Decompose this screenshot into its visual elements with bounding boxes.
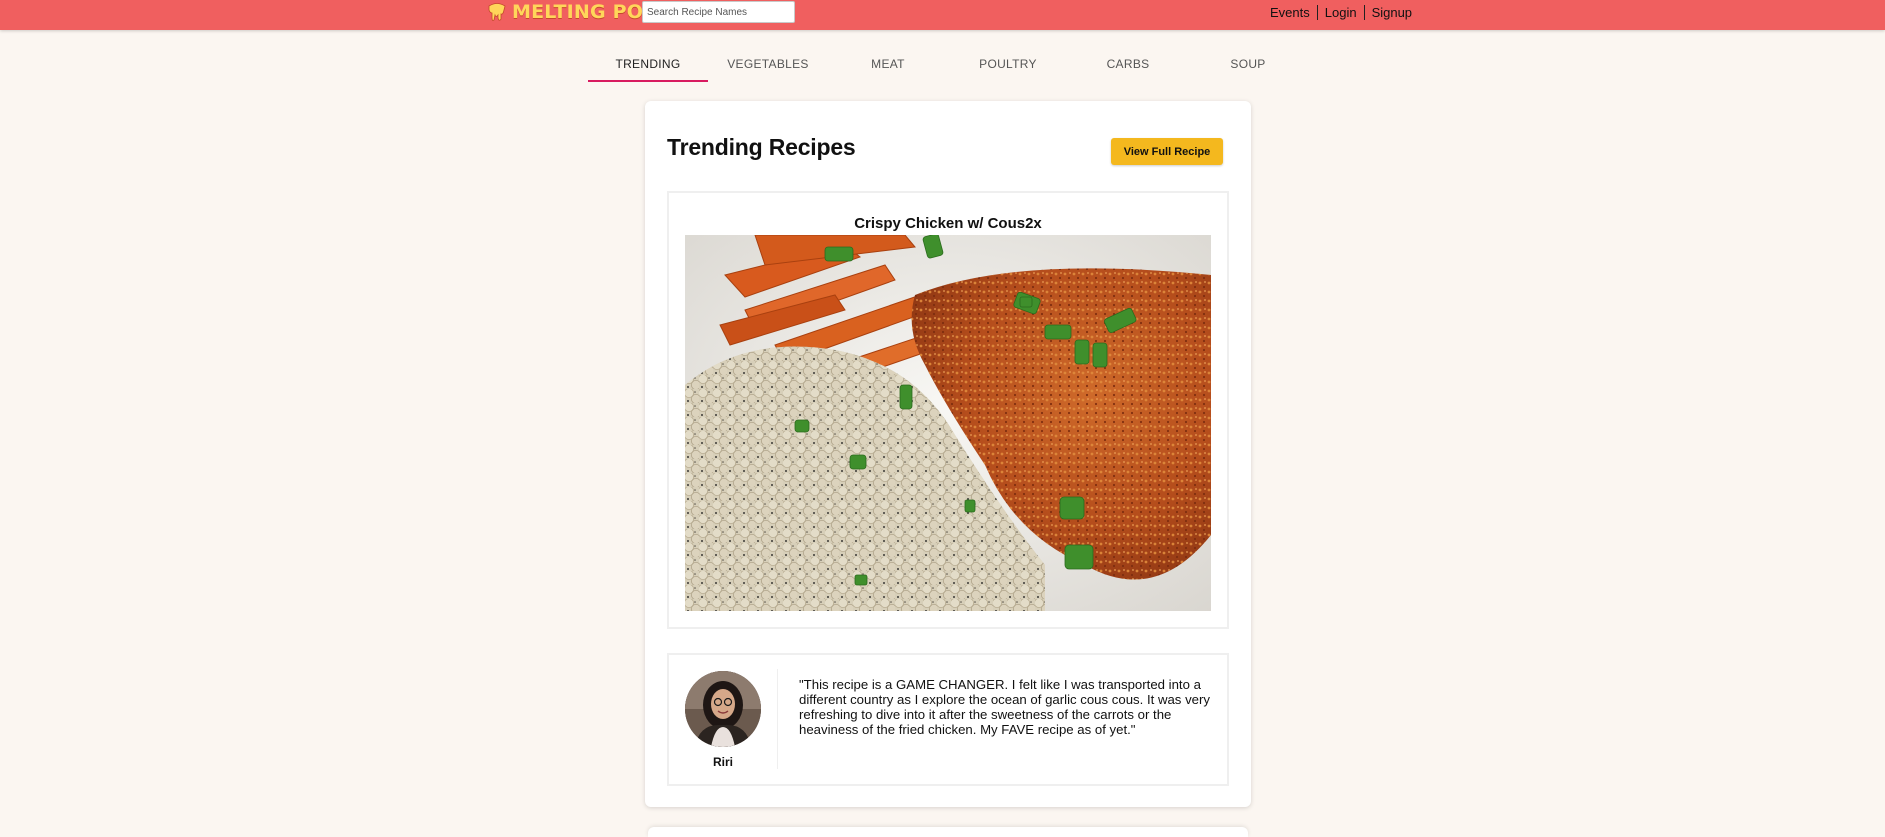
review-panel: Riri "This recipe is a GAME CHANGER. I f…: [667, 653, 1229, 786]
tab-meat[interactable]: MEAT: [828, 47, 948, 82]
review-divider: [777, 669, 778, 769]
top-links: Events Login Signup: [1270, 4, 1412, 20]
next-card-edge: [648, 827, 1248, 837]
login-link[interactable]: Login: [1325, 5, 1357, 20]
tab-soup[interactable]: SOUP: [1188, 47, 1308, 82]
signup-link[interactable]: Signup: [1372, 5, 1412, 20]
logo[interactable]: MELTING POT: [486, 0, 656, 24]
trending-card: Trending Recipes View Full Recipe Crispy…: [645, 101, 1251, 807]
logo-text: MELTING POT: [512, 1, 657, 23]
recipe-panel: Crispy Chicken w/ Cous2x: [667, 191, 1229, 629]
tab-poultry[interactable]: POULTRY: [948, 47, 1068, 82]
recipe-photo-image: [685, 235, 1211, 611]
page-title: Trending Recipes: [667, 134, 856, 160]
tab-carbs[interactable]: CARBS: [1068, 47, 1188, 82]
tab-trending[interactable]: TRENDING: [588, 47, 708, 82]
recipe-photo[interactable]: [685, 235, 1211, 611]
events-link[interactable]: Events: [1270, 5, 1310, 20]
view-full-recipe-button[interactable]: View Full Recipe: [1111, 138, 1223, 165]
reviewer-avatar-image: [685, 671, 761, 747]
link-divider: [1316, 4, 1318, 20]
link-divider: [1363, 4, 1365, 20]
melting-pot-logo-icon: [488, 3, 506, 21]
category-tabs: TRENDING VEGETABLES MEAT POULTRY CARBS S…: [588, 47, 1308, 82]
tab-vegetables[interactable]: VEGETABLES: [708, 47, 828, 82]
search-input[interactable]: [642, 1, 795, 23]
review-quote: "This recipe is a GAME CHANGER. I felt l…: [799, 677, 1210, 737]
avatar: [685, 671, 761, 747]
reviewer-name: Riri: [712, 755, 733, 769]
top-navbar: MELTING POT Events Login Signup: [0, 0, 1885, 30]
recipe-name: Crispy Chicken w/ Cous2x: [854, 215, 1042, 232]
